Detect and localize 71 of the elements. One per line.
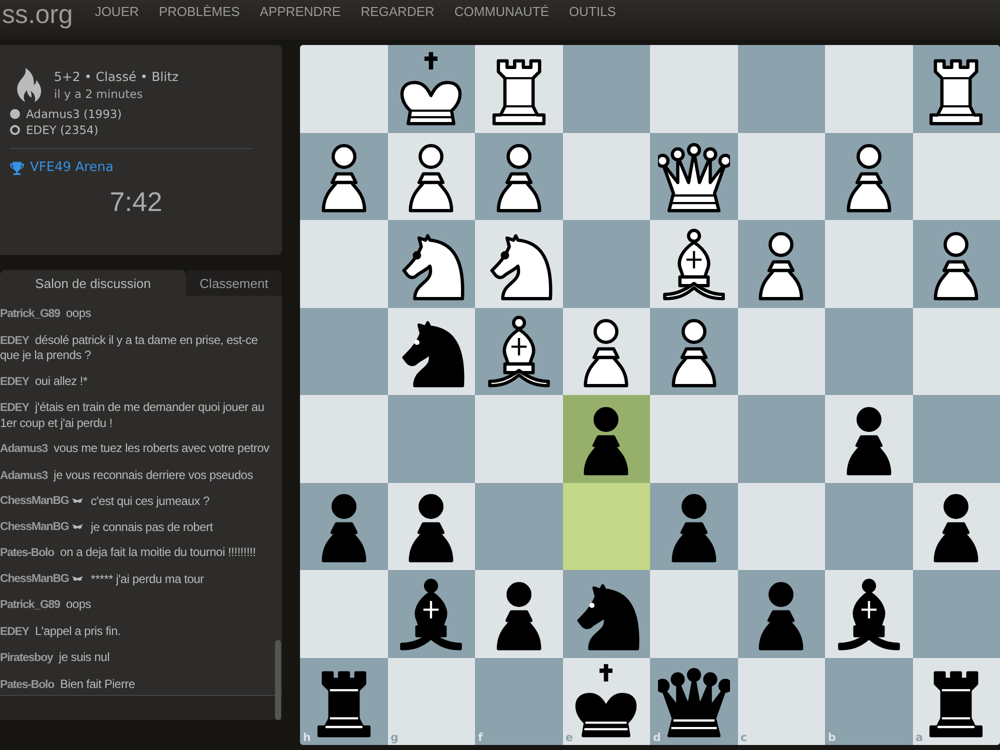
tab[interactable]: Classement	[186, 270, 282, 296]
scrollbar[interactable]	[275, 640, 281, 720]
chat-message: Adamus3 je vous reconnais derriere vos pseudos	[0, 468, 254, 483]
chat-message: c'est qui ces jumeaux ?	[90, 494, 210, 508]
board-square[interactable]	[388, 132, 475, 220]
file-label: d	[653, 731, 661, 744]
chat-message: EDEY désolé patrick il y a ta dame en prise, est-ce que je la prends ?	[0, 332, 259, 362]
chat-message: je connais pas de robert	[90, 520, 213, 534]
board-square[interactable]	[738, 220, 825, 308]
tab[interactable]: Salon de discussion	[0, 270, 186, 296]
file-label: c	[740, 731, 748, 744]
file-label: e	[566, 731, 573, 744]
chat-message: EDEY L'appel a pris fin.	[0, 624, 122, 639]
file-label: b	[828, 731, 836, 744]
chat-message: ***** j'ai perdu ma tour	[90, 572, 204, 586]
file-label: h	[303, 731, 311, 744]
board-square[interactable]	[388, 45, 475, 132]
board-square[interactable]	[825, 570, 912, 658]
board-square[interactable]	[475, 570, 562, 658]
nav-link[interactable]: OUTILS	[569, 4, 616, 18]
board-square[interactable]	[475, 45, 562, 132]
board-square[interactable]	[562, 308, 650, 395]
file-label: a	[916, 731, 923, 744]
player-name[interactable]: Adamus3 (1993)	[26, 107, 122, 121]
chat-message: Adamus3 vous me tuez les roberts avec votre petrov	[0, 441, 270, 456]
nav-link[interactable]: COMMUNAUTÉ	[454, 4, 550, 18]
chat-message: Patrick_G89 oops	[0, 306, 92, 322]
board-square[interactable]	[475, 132, 562, 220]
chat-message: Pates-Bolo on a deja fait la moitie du tournoi !!!!!!!!!	[0, 545, 257, 560]
board-square[interactable]	[300, 132, 388, 220]
board-square[interactable]	[562, 570, 650, 658]
chat-username[interactable]: ChessManBG	[0, 572, 69, 586]
game-clock: 7:42	[108, 187, 164, 218]
game-time: il y a 2 minutes	[54, 87, 144, 101]
game-type: 5+2 • Classé • Blitz	[54, 69, 179, 84]
chat-input-field[interactable]	[0, 695, 282, 720]
nav-link[interactable]: JOUER	[94, 4, 139, 18]
board-square[interactable]	[650, 220, 738, 308]
chat-message: Pates-Bolo Bien fait Pierre	[0, 676, 136, 692]
board-square[interactable]	[475, 308, 562, 395]
board-square[interactable]	[388, 308, 475, 395]
nav-link[interactable]: REGARDER	[360, 4, 434, 18]
board-square[interactable]	[650, 308, 738, 395]
nav-link[interactable]: PROBLÈMES	[158, 4, 240, 18]
board-square[interactable]	[912, 45, 1000, 132]
board-square[interactable]	[912, 482, 1000, 570]
tournament-link[interactable]: VFE49 Arena	[30, 160, 114, 175]
chat-username[interactable]: ChessManBG	[0, 494, 69, 508]
board-square[interactable]	[388, 220, 475, 308]
board-square[interactable]	[650, 132, 738, 220]
chat-message: EDEY oui allez !*	[0, 374, 88, 389]
board-square[interactable]	[388, 482, 475, 570]
chat-message: EDEY j'étais en train de me demander quoi jouer au 1er coup et j'ai perdu !	[0, 400, 266, 430]
board-square[interactable]	[475, 220, 562, 308]
board-square[interactable]	[825, 132, 912, 220]
chat-message: Piratesboy je suis nul	[0, 650, 111, 666]
board-square[interactable]	[562, 395, 650, 482]
board-square[interactable]	[300, 482, 388, 570]
file-label: g	[390, 731, 398, 744]
player-name[interactable]: EDEY (2354)	[26, 123, 98, 137]
board-square[interactable]	[650, 482, 738, 570]
board-square[interactable]	[825, 395, 912, 482]
chat-message: Patrick_G89 oops	[0, 597, 92, 612]
board-square[interactable]	[388, 570, 475, 658]
trophy-icon	[10, 160, 24, 174]
board-square[interactable]	[738, 570, 825, 658]
site-logo[interactable]: ss.org	[2, 0, 73, 29]
file-label: f	[478, 731, 483, 744]
board-square[interactable]	[912, 220, 1000, 308]
nav-link[interactable]: APPRENDRE	[260, 4, 341, 18]
chat-username[interactable]: ChessManBG	[0, 520, 69, 534]
